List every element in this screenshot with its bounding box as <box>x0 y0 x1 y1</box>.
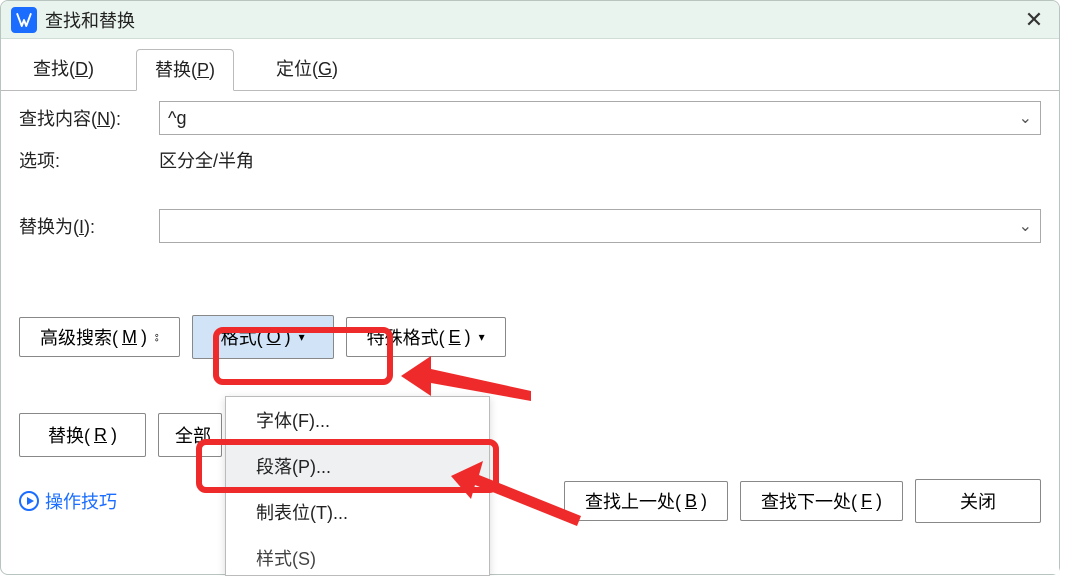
menu-item-style[interactable]: 样式(S) <box>226 535 489 575</box>
replace-label: 替换为(I): <box>19 213 159 239</box>
play-icon <box>19 491 39 511</box>
tab-goto[interactable]: 定位(G) <box>258 49 356 90</box>
options-row: 选项: 区分全/半角 <box>19 147 1041 173</box>
bottom-mask <box>499 542 1059 574</box>
replace-input[interactable]: ⌄ <box>159 209 1041 243</box>
replace-buttons-row: 替换(R) 全部 <box>1 413 1059 457</box>
find-prev-button[interactable]: 查找上一处(B) <box>564 481 728 521</box>
content-area: 查找内容(N): ^g ⌄ 选项: 区分全/半角 替换为(I): ⌄ 高级搜 <box>1 91 1059 369</box>
menu-item-paragraph[interactable]: 段落(P)... <box>226 443 489 489</box>
dialog-title: 查找和替换 <box>45 7 1019 33</box>
replace-row: 替换为(I): ⌄ <box>19 209 1041 243</box>
titlebar: 查找和替换 ✕ <box>1 1 1059 39</box>
find-value: ^g <box>168 108 186 129</box>
menu-item-tabs[interactable]: 制表位(T)... <box>226 489 489 535</box>
options-label: 选项: <box>19 147 159 173</box>
tips-text: 操作技巧 <box>45 488 117 514</box>
expand-icon: ⦂ <box>155 330 159 345</box>
find-row: 查找内容(N): ^g ⌄ <box>19 101 1041 135</box>
format-button[interactable]: 格式(O)▾ <box>192 315 334 359</box>
tab-find[interactable]: 查找(D) <box>15 49 112 90</box>
close-button[interactable]: 关闭 <box>915 479 1041 523</box>
menu-item-font[interactable]: 字体(F)... <box>226 397 489 443</box>
tips-link[interactable]: 操作技巧 <box>19 488 117 514</box>
replace-all-button[interactable]: 全部 <box>158 413 222 457</box>
replace-button[interactable]: 替换(R) <box>19 413 146 457</box>
find-next-button[interactable]: 查找下一处(F) <box>740 481 903 521</box>
caret-down-icon: ▾ <box>299 330 305 344</box>
app-icon <box>11 7 37 33</box>
footer-row: 操作技巧 查找上一处(B) 查找下一处(F) 关闭 <box>1 479 1059 523</box>
caret-down-icon: ▾ <box>479 330 485 344</box>
advanced-search-button[interactable]: 高级搜索(M)⦂ <box>19 317 180 357</box>
chevron-down-icon[interactable]: ⌄ <box>1019 108 1032 128</box>
chevron-down-icon[interactable]: ⌄ <box>1019 216 1032 236</box>
find-replace-dialog: 查找和替换 ✕ 查找(D) 替换(P) 定位(G) 查找内容(N): ^g ⌄ … <box>0 0 1060 575</box>
format-dropdown-menu: 字体(F)... 段落(P)... 制表位(T)... 样式(S) <box>225 396 490 576</box>
options-value: 区分全/半角 <box>159 147 254 173</box>
find-label: 查找内容(N): <box>19 105 159 131</box>
close-icon[interactable]: ✕ <box>1019 7 1049 33</box>
tab-replace[interactable]: 替换(P) <box>136 49 234 91</box>
find-input[interactable]: ^g ⌄ <box>159 101 1041 135</box>
special-format-button[interactable]: 特殊格式(E)▾ <box>346 317 506 357</box>
tab-bar: 查找(D) 替换(P) 定位(G) <box>1 39 1059 91</box>
